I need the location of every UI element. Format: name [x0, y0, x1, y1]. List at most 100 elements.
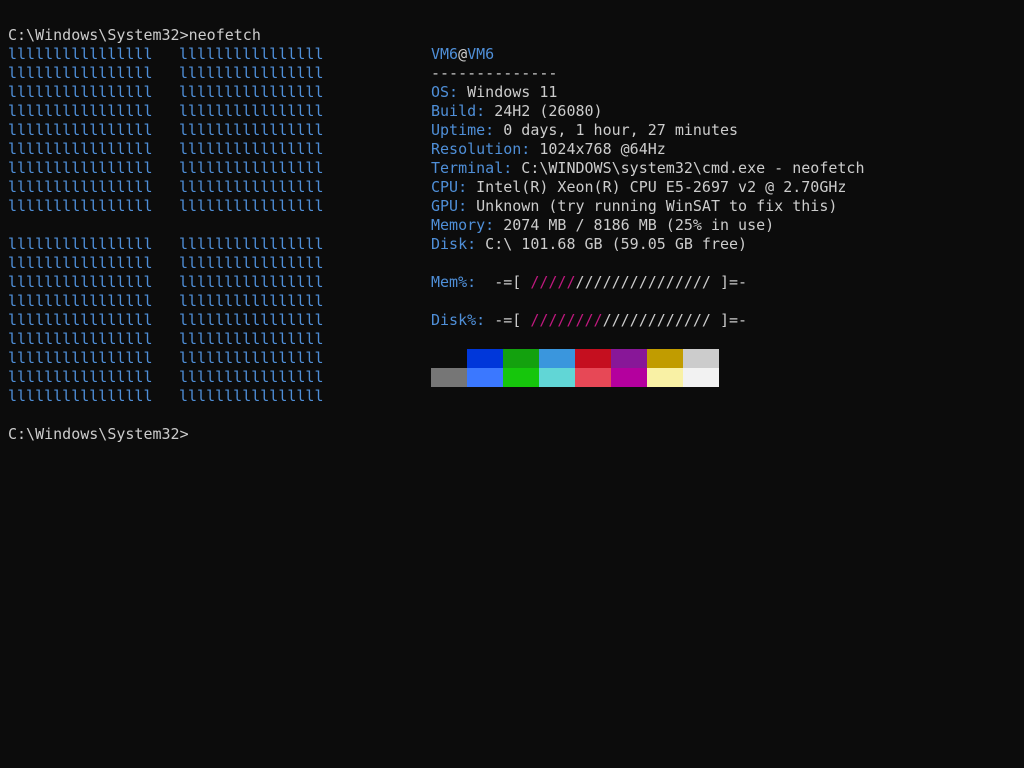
memory-line: Memory: 2074 MB / 8186 MB (25% in use) [431, 216, 774, 235]
palette-swatch [431, 349, 467, 368]
windows-ascii-logo: llllllllllllllll llllllllllllllll llllllll… [8, 45, 338, 405]
palette-swatch [467, 349, 503, 368]
terminal-key: Terminal: [431, 159, 513, 177]
palette-swatch [683, 368, 719, 387]
logo-row-bottom-right: llllllllllllllll [179, 273, 324, 291]
build-value: 24H2 (26080) [485, 102, 603, 120]
palette-swatch [611, 368, 647, 387]
logo-row-top-right: llllllllllllllll [179, 121, 324, 139]
logo-row-top-left: llllllllllllllll [8, 45, 153, 63]
command-line: C:\Windows\System32>neofetch [8, 26, 261, 44]
disk-usage-bar: Disk%: -=[ //////////////////// ]=- [431, 311, 747, 330]
logo-row-bottom-right: llllllllllllllll [179, 387, 324, 405]
logo-row-bottom-left: llllllllllllllll [8, 254, 153, 272]
mem-bar-used: ///// [530, 273, 576, 291]
memory-usage-bar: Mem%: -=[ //////////////////// ]=- [431, 273, 747, 292]
os-line: OS: Windows 11 [431, 83, 557, 102]
terminal-value: C:\WINDOWS\system32\cmd.exe - neofetch [512, 159, 865, 177]
logo-row-top-left: llllllllllllllll [8, 159, 153, 177]
build-key: Build: [431, 102, 486, 120]
logo-row-bottom-left: llllllllllllllll [8, 330, 153, 348]
palette-swatch [539, 349, 575, 368]
logo-row-bottom-right: llllllllllllllll [179, 368, 324, 386]
user-host-line: VM6@VM6 [431, 45, 494, 64]
logo-row-bottom-right: llllllllllllllll [179, 235, 324, 253]
disk-bar-free: //////////// [602, 311, 711, 329]
disk-bar-open: -=[ [485, 311, 531, 329]
logo-row-bottom-left: llllllllllllllll [8, 368, 153, 386]
logo-row-bottom-left: llllllllllllllll [8, 349, 153, 367]
palette-swatch [575, 368, 611, 387]
color-palette [431, 349, 719, 387]
logo-row-bottom-left: llllllllllllllll [8, 273, 153, 291]
resolution-line: Resolution: 1024x768 @64Hz [431, 140, 666, 159]
cpu-value: Intel(R) Xeon(R) CPU E5-2697 v2 @ 2.70GH… [467, 178, 847, 196]
logo-row-top-right: llllllllllllllll [179, 178, 324, 196]
disk-line: Disk: C:\ 101.68 GB (59.05 GB free) [431, 235, 747, 254]
logo-row-top-left: llllllllllllllll [8, 102, 153, 120]
uptime-line: Uptime: 0 days, 1 hour, 27 minutes [431, 121, 738, 140]
palette-swatch [431, 368, 467, 387]
separator-line: -------------- [431, 64, 558, 82]
gpu-key: GPU: [431, 197, 468, 215]
logo-row-top-left: llllllllllllllll [8, 140, 153, 158]
os-value: Windows 11 [458, 83, 558, 101]
logo-row-top-left: llllllllllllllll [8, 64, 153, 82]
palette-swatch [647, 368, 683, 387]
logo-row-top-left: llllllllllllllll [8, 83, 153, 101]
mem-bar-free: /////////////// [575, 273, 711, 291]
logo-row-top-right: llllllllllllllll [179, 140, 324, 158]
hostname: VM6 [467, 45, 495, 63]
cpu-key: CPU: [431, 178, 468, 196]
resolution-key: Resolution: [431, 140, 531, 158]
os-key: OS: [431, 83, 459, 101]
logo-row-top-left: llllllllllllllll [8, 178, 153, 196]
logo-row-bottom-left: llllllllllllllll [8, 311, 153, 329]
resolution-value: 1024x768 @64Hz [530, 140, 666, 158]
disk-key: Disk: [431, 235, 477, 253]
logo-row-top-left: llllllllllllllll [8, 121, 153, 139]
logo-row-top-right: llllllllllllllll [179, 64, 324, 82]
memory-value: 2074 MB / 8186 MB (25% in use) [494, 216, 775, 234]
at-sign: @ [458, 45, 468, 63]
logo-row-bottom-right: llllllllllllllll [179, 254, 324, 272]
palette-swatch [467, 368, 503, 387]
palette-swatch [539, 368, 575, 387]
mem-bar-key: Mem%: [431, 273, 477, 291]
disk-bar-close: ]=- [710, 311, 748, 329]
logo-row-bottom-right: llllllllllllllll [179, 292, 324, 310]
final-prompt[interactable]: C:\Windows\System32> [8, 425, 189, 444]
build-line: Build: 24H2 (26080) [431, 102, 603, 121]
palette-swatch [503, 368, 539, 387]
palette-swatch [683, 349, 719, 368]
palette-swatch [611, 349, 647, 368]
palette-swatch [575, 349, 611, 368]
cpu-line: CPU: Intel(R) Xeon(R) CPU E5-2697 v2 @ 2… [431, 178, 846, 197]
terminal-line: Terminal: C:\WINDOWS\system32\cmd.exe - … [431, 159, 864, 178]
logo-row-bottom-right: llllllllllllllll [179, 311, 324, 329]
memory-key: Memory: [431, 216, 495, 234]
logo-row-top-right: llllllllllllllll [179, 83, 324, 101]
logo-row-bottom-left: llllllllllllllll [8, 292, 153, 310]
username: VM6 [431, 45, 459, 63]
logo-row-bottom-right: llllllllllllllll [179, 349, 324, 367]
disk-bar-used: //////// [530, 311, 603, 329]
disk-bar-key: Disk%: [431, 311, 486, 329]
logo-row-top-right: llllllllllllllll [179, 197, 324, 215]
prompt-text: C:\Windows\System32> [8, 425, 189, 443]
disk-value: C:\ 101.68 GB (59.05 GB free) [476, 235, 748, 253]
logo-row-top-right: llllllllllllllll [179, 102, 324, 120]
logo-row-top-left: llllllllllllllll [8, 197, 153, 215]
uptime-key: Uptime: [431, 121, 495, 139]
terminal-window[interactable]: { "terminal": { "prompt_command": "C:\\W… [0, 0, 1024, 768]
gpu-value: Unknown (try running WinSAT to fix this) [467, 197, 838, 215]
uptime-value: 0 days, 1 hour, 27 minutes [494, 121, 739, 139]
mem-bar-open: -=[ [476, 273, 531, 291]
logo-row-bottom-left: llllllllllllllll [8, 235, 153, 253]
gpu-line: GPU: Unknown (try running WinSAT to fix … [431, 197, 837, 216]
logo-row-top-right: llllllllllllllll [179, 159, 324, 177]
logo-row-bottom-right: llllllllllllllll [179, 330, 324, 348]
logo-row-top-right: llllllllllllllll [179, 45, 324, 63]
mem-bar-close: ]=- [710, 273, 748, 291]
logo-row-bottom-left: llllllllllllllll [8, 387, 153, 405]
